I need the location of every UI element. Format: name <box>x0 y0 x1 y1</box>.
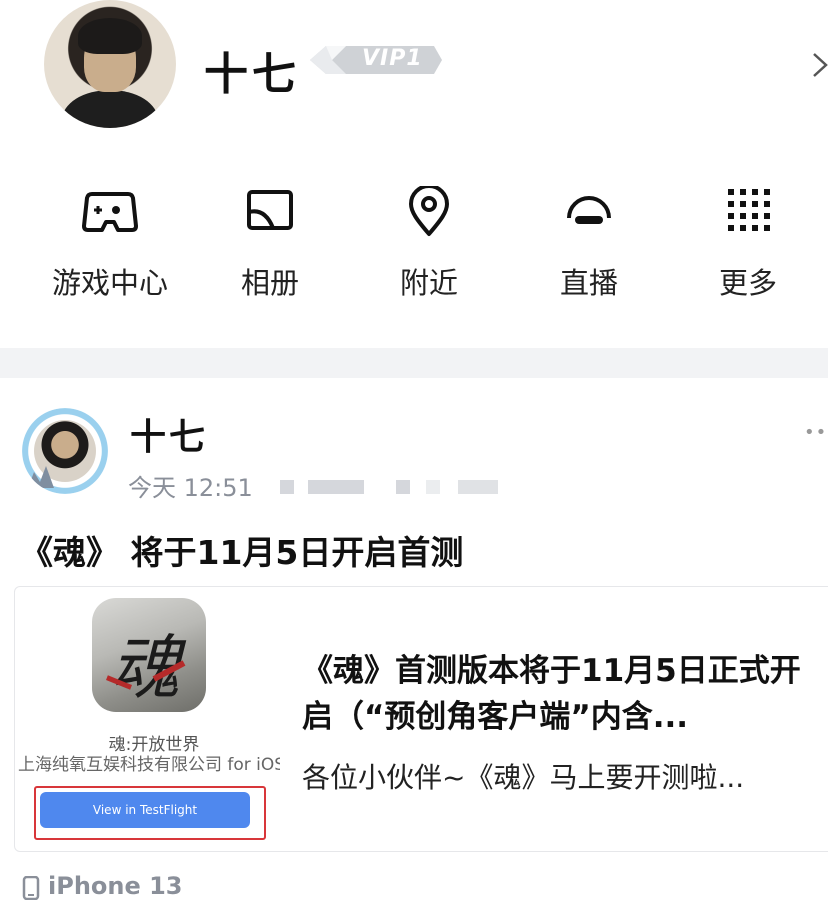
avatar-frame-decoration-icon <box>28 466 54 488</box>
app-icon: 魂 <box>92 598 206 712</box>
view-in-testflight-button[interactable]: View in TestFlight <box>40 792 250 828</box>
menu-item-label: 直播 <box>559 266 618 300</box>
app-company: 上海纯氧互娱科技有限公司 for iOS <box>18 755 280 775</box>
menu-item-more[interactable]: 更多 <box>673 180 823 310</box>
menu-item-label: 更多 <box>718 266 777 300</box>
menu-item-live[interactable]: 直播 <box>514 180 664 310</box>
redacted-text <box>308 480 364 494</box>
redacted-text <box>280 480 294 494</box>
redacted-text <box>396 480 410 494</box>
app-logo-glyph: 魂 <box>110 627 180 709</box>
post-title: 《魂》 将于11月5日开启首测 <box>20 533 464 572</box>
menu-item-label: 附近 <box>399 266 458 300</box>
photo-album-icon <box>247 190 293 230</box>
menu-item-label: 游戏中心 <box>51 266 168 300</box>
card-description: 各位小伙伴~《魂》马上要开测啦... <box>302 761 745 794</box>
card-title[interactable]: 《魂》首测版本将于11月5日正式开启（“预创角客户端”内含... <box>302 648 822 740</box>
gamepad-icon <box>82 192 138 232</box>
profile-name[interactable]: 十七 <box>204 38 300 102</box>
post-author-avatar[interactable] <box>22 408 108 494</box>
post-timestamp: 今天 12:51 <box>128 474 253 502</box>
menu-item-album[interactable]: 相册 <box>195 180 345 310</box>
device-label: iPhone 13 <box>48 872 183 900</box>
post-author-name[interactable]: 十七 <box>130 408 208 460</box>
redacted-text <box>458 480 498 494</box>
location-pin-icon <box>409 186 449 236</box>
live-icon <box>567 196 611 224</box>
chevron-right-icon[interactable] <box>810 50 828 80</box>
grid-more-icon <box>728 189 770 231</box>
profile-avatar[interactable] <box>44 0 176 128</box>
menu-item-game-center[interactable]: 游戏中心 <box>35 180 185 310</box>
vip-level-label: VIP1 <box>362 46 423 71</box>
phone-icon <box>22 876 40 900</box>
menu-item-label: 相册 <box>240 266 299 300</box>
more-options-button[interactable]: •• <box>804 422 827 443</box>
section-divider <box>0 348 828 378</box>
redacted-text <box>426 480 440 494</box>
menu-item-nearby[interactable]: 附近 <box>354 180 504 310</box>
